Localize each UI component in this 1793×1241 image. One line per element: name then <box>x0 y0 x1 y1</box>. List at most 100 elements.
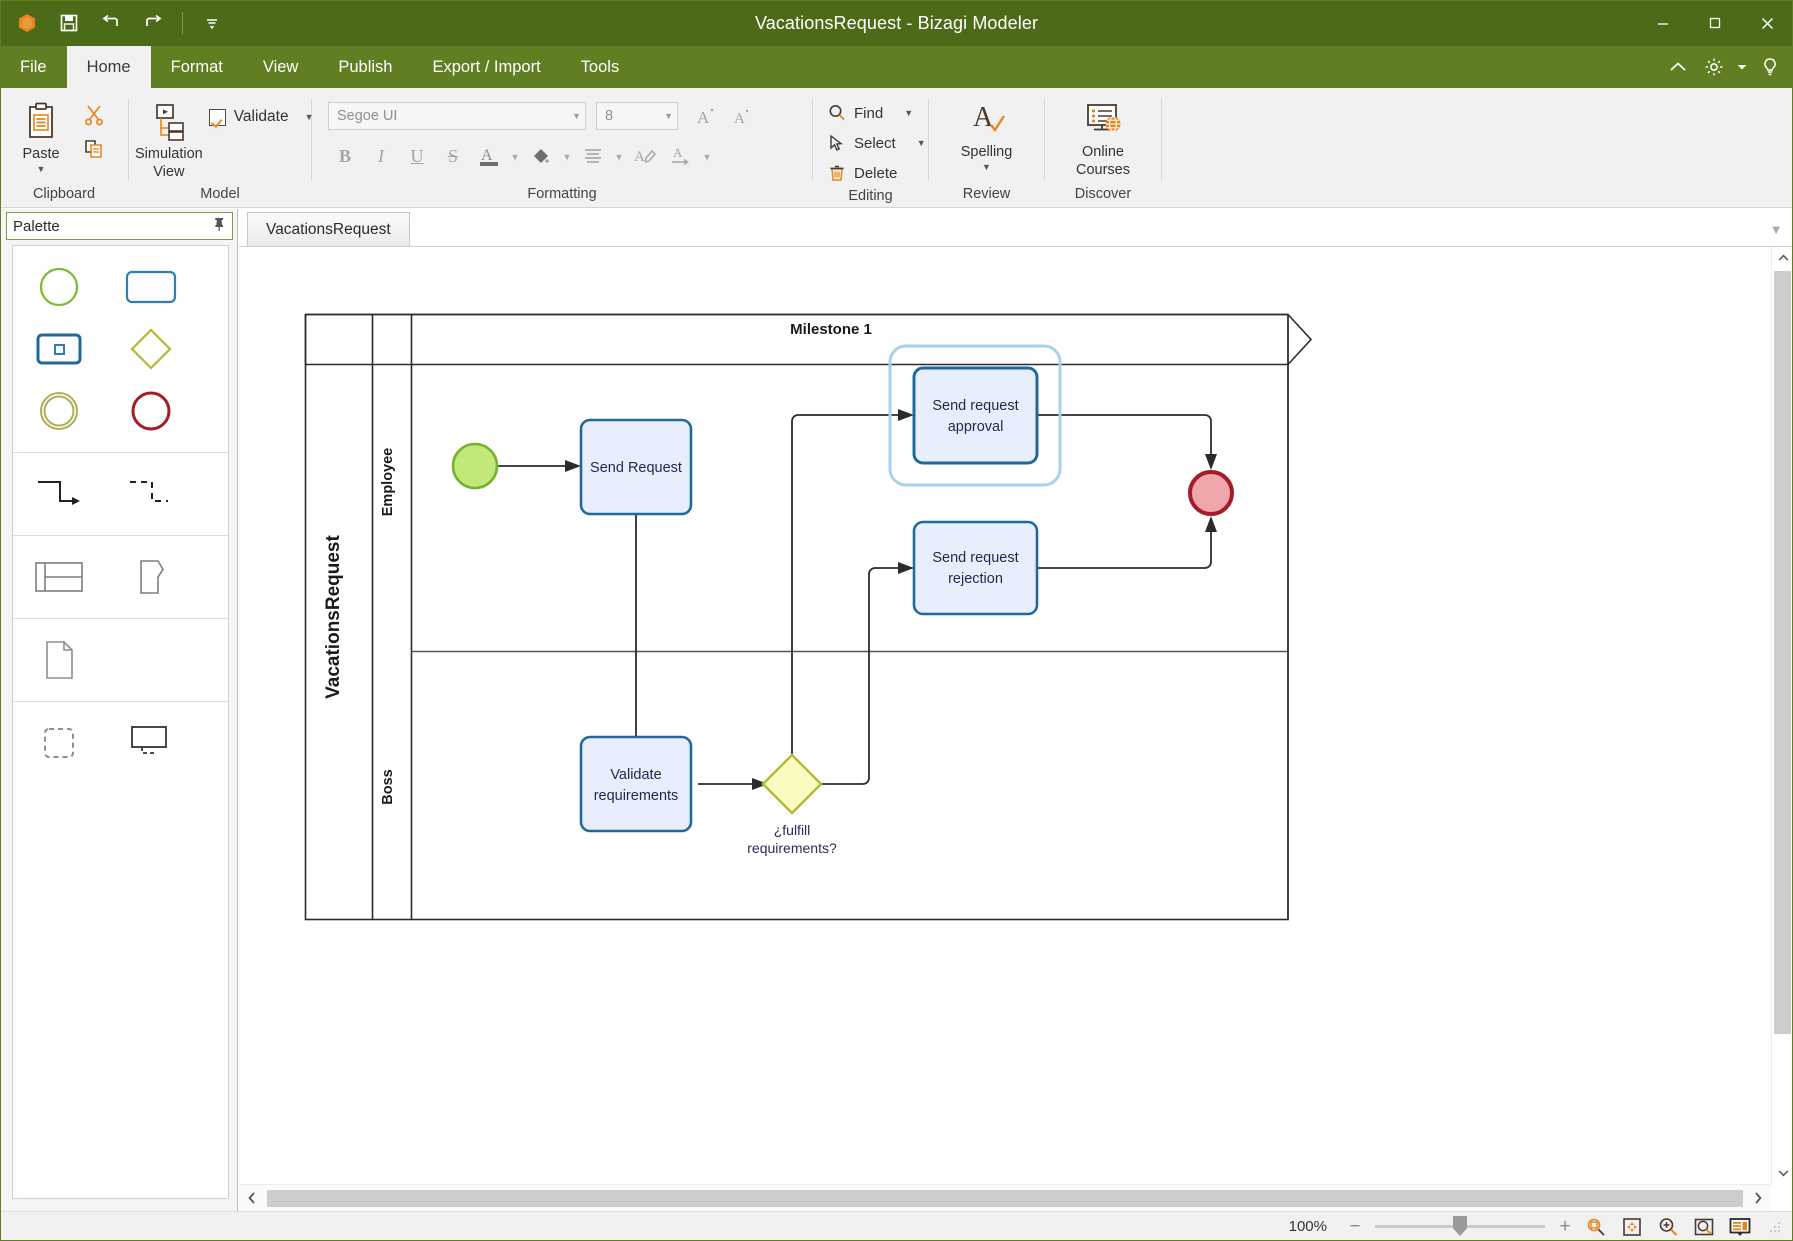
font-family-combo[interactable]: Segoe UI ▼ <box>328 102 586 130</box>
grow-font-button[interactable]: A <box>688 100 722 132</box>
settings-gear-icon[interactable] <box>1697 50 1731 84</box>
font-size-caret-icon[interactable]: ▼ <box>658 111 673 121</box>
pool-shape[interactable] <box>13 546 105 608</box>
bold-button[interactable]: B <box>328 140 362 172</box>
tab-home[interactable]: Home <box>66 46 151 88</box>
sequence-flow-shape[interactable] <box>13 463 105 525</box>
validate-button[interactable]: Validate ▼ <box>203 102 320 132</box>
task-send-request-rejection[interactable]: Send request rejection <box>912 520 1039 616</box>
undo-icon[interactable] <box>92 4 130 42</box>
settings-dropdown-caret-icon[interactable] <box>1733 50 1751 84</box>
validate-checkbox-icon[interactable] <box>208 108 226 126</box>
font-color-button[interactable]: A <box>472 140 506 172</box>
app-logo-icon[interactable] <box>8 4 46 42</box>
shrink-font-button[interactable]: A <box>724 100 758 132</box>
text-direction-button[interactable]: A <box>664 140 698 172</box>
zoom-to-selection-icon[interactable] <box>1579 1214 1613 1240</box>
horizontal-scroll-thumb[interactable] <box>267 1189 1743 1207</box>
tab-publish[interactable]: Publish <box>318 46 412 88</box>
close-button[interactable] <box>1741 0 1793 46</box>
canvas-vertical-scrollbar[interactable] <box>1771 247 1793 1184</box>
simulation-view-button[interactable]: Simulation View <box>135 98 203 181</box>
maximize-button[interactable] <box>1689 0 1741 46</box>
task-validate-requirements[interactable]: Validate requirements <box>579 735 693 833</box>
diagram-canvas[interactable]: VacationsRequest Employee Boss Milestone… <box>239 247 1771 1184</box>
copy-button[interactable] <box>76 132 112 166</box>
find-button[interactable]: Find ▼ <box>823 98 919 128</box>
quick-access-separator <box>182 12 183 34</box>
canvas-horizontal-scrollbar[interactable] <box>239 1184 1771 1211</box>
scroll-left-icon[interactable] <box>239 1185 265 1211</box>
gateway-shape[interactable] <box>105 318 197 380</box>
fit-to-window-icon[interactable] <box>1615 1214 1649 1240</box>
font-color-caret-icon[interactable]: ▼ <box>508 140 522 172</box>
find-caret-icon[interactable]: ▼ <box>890 108 913 118</box>
tab-tools[interactable]: Tools <box>561 46 640 88</box>
fill-color-button[interactable] <box>524 140 558 172</box>
resize-grip-icon[interactable] <box>1767 1219 1783 1235</box>
text-direction-caret-icon[interactable]: ▼ <box>700 140 714 172</box>
fill-color-caret-icon[interactable]: ▼ <box>560 140 574 172</box>
minimize-button[interactable] <box>1637 0 1689 46</box>
paste-label: Paste <box>22 146 60 162</box>
customize-quick-access-icon[interactable] <box>193 4 231 42</box>
document-tab-vacationsrequest[interactable]: VacationsRequest <box>247 212 410 246</box>
task-send-request-approval[interactable]: Send request approval <box>912 366 1039 465</box>
intermediate-event-shape[interactable] <box>13 380 105 442</box>
zoom-out-button[interactable]: − <box>1343 1215 1367 1239</box>
milestone-shape[interactable] <box>105 546 197 608</box>
pin-icon[interactable] <box>212 216 226 236</box>
validate-dropdown-caret-icon[interactable]: ▼ <box>297 112 314 122</box>
presentation-mode-icon[interactable] <box>1723 1214 1757 1240</box>
font-family-caret-icon[interactable]: ▼ <box>566 111 581 121</box>
data-object-shape[interactable] <box>13 629 105 691</box>
start-event-node[interactable] <box>451 442 499 490</box>
redo-icon[interactable] <box>134 4 172 42</box>
select-button[interactable]: Select ▼ <box>823 128 932 158</box>
bpmn-diagram[interactable]: VacationsRequest Employee Boss Milestone… <box>239 247 1771 1184</box>
tab-export-import[interactable]: Export / Import <box>412 46 560 88</box>
document-tabs-overflow-caret-icon[interactable]: ▼ <box>1759 212 1793 246</box>
select-caret-icon[interactable]: ▼ <box>903 138 926 148</box>
vertical-scroll-thumb[interactable] <box>1774 271 1791 1034</box>
font-size-combo[interactable]: 8 ▼ <box>596 102 678 130</box>
tab-format[interactable]: Format <box>151 46 243 88</box>
scroll-down-icon[interactable] <box>1772 1162 1793 1184</box>
delete-button[interactable]: Delete <box>823 158 903 188</box>
align-caret-icon[interactable]: ▼ <box>612 140 626 172</box>
annotation-shape[interactable] <box>105 712 197 774</box>
italic-button[interactable]: I <box>364 140 398 172</box>
zoom-in-button[interactable]: + <box>1553 1215 1577 1239</box>
start-event-shape[interactable] <box>13 256 105 318</box>
collapse-ribbon-icon[interactable] <box>1661 50 1695 84</box>
zoom-slider-thumb[interactable] <box>1453 1216 1467 1236</box>
group-shape[interactable] <box>13 712 105 774</box>
end-event-shape[interactable] <box>105 380 197 442</box>
scroll-up-icon[interactable] <box>1772 247 1793 269</box>
underline-button[interactable]: U <box>400 140 434 172</box>
lightbulb-help-icon[interactable] <box>1753 50 1787 84</box>
cut-button[interactable] <box>76 98 112 132</box>
zoom-region-icon[interactable] <box>1687 1214 1721 1240</box>
task-send-request[interactable]: Send Request <box>579 418 693 516</box>
zoom-slider[interactable] <box>1375 1216 1545 1236</box>
end-event-node[interactable] <box>1188 470 1234 516</box>
task-shape[interactable] <box>105 256 197 318</box>
paste-dropdown-caret-icon[interactable]: ▼ <box>37 165 46 174</box>
strikethrough-button[interactable]: S <box>436 140 470 172</box>
message-flow-shape[interactable] <box>105 463 197 525</box>
spelling-caret-icon[interactable]: ▼ <box>982 163 991 172</box>
spelling-button[interactable]: A Spelling ▼ <box>942 96 1032 172</box>
tab-view[interactable]: View <box>243 46 318 88</box>
align-button[interactable] <box>576 140 610 172</box>
paste-button[interactable]: Paste ▼ <box>6 96 76 174</box>
highlight-button[interactable]: A <box>628 140 662 172</box>
scroll-right-icon[interactable] <box>1745 1185 1771 1211</box>
palette-shape-list[interactable] <box>12 245 229 1199</box>
zoom-in-icon[interactable] <box>1651 1214 1685 1240</box>
save-icon[interactable] <box>50 4 88 42</box>
tab-file[interactable]: File <box>0 46 67 88</box>
online-courses-button[interactable]: Online Courses <box>1055 96 1151 179</box>
sub-process-shape[interactable] <box>13 318 105 380</box>
gateway-fulfill-requirements[interactable]: ¿fulfill requirements? <box>747 753 837 856</box>
